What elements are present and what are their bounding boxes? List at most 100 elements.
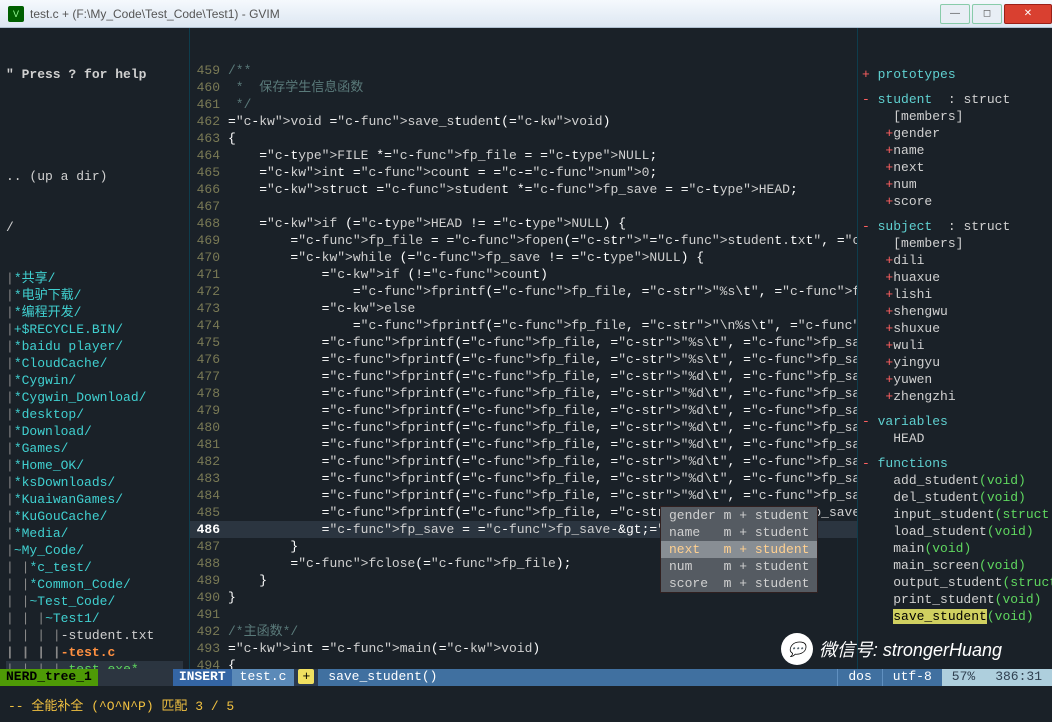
tagbar-item[interactable]: +zhengzhi: [862, 388, 1048, 405]
code-line[interactable]: 475 ="c-func">fprintf(="c-func">fp_file,…: [190, 334, 857, 351]
code-line[interactable]: 482 ="c-func">fprintf(="c-func">fp_file,…: [190, 453, 857, 470]
tagbar-item[interactable]: input_student(struct: [862, 506, 1048, 523]
tagbar-item[interactable]: +gender: [862, 125, 1048, 142]
tree-item[interactable]: | | | |-student.txt: [6, 627, 183, 644]
tree-item[interactable]: |*Cygwin/: [6, 372, 183, 389]
code-line[interactable]: 493="c-kw">int ="c-func">main(="c-kw">vo…: [190, 640, 857, 657]
tagbar-item[interactable]: +score: [862, 193, 1048, 210]
tree-item[interactable]: |*Cygwin_Download/: [6, 389, 183, 406]
code-line[interactable]: 494{: [190, 657, 857, 669]
tagbar-item[interactable]: +yingyu: [862, 354, 1048, 371]
tagbar-item[interactable]: +shuxue: [862, 320, 1048, 337]
completion-item[interactable]: gender m + student: [661, 507, 817, 524]
completion-item[interactable]: num m + student: [661, 558, 817, 575]
tagbar-item[interactable]: +huaxue: [862, 269, 1048, 286]
tagbar-item[interactable]: HEAD: [862, 430, 1048, 447]
tagbar-item[interactable]: +shengwu: [862, 303, 1048, 320]
tree-item[interactable]: |*Download/: [6, 423, 183, 440]
code-line[interactable]: 484 ="c-func">fprintf(="c-func">fp_file,…: [190, 487, 857, 504]
code-line[interactable]: 483 ="c-func">fprintf(="c-func">fp_file,…: [190, 470, 857, 487]
code-pane[interactable]: 459/**460 * 保存学生信息函数461 */462="c-kw">voi…: [190, 28, 857, 669]
tagbar-item[interactable]: load_student(void): [862, 523, 1048, 540]
code-line[interactable]: 461 */: [190, 96, 857, 113]
tree-item[interactable]: | |~Test_Code/: [6, 593, 183, 610]
tree-item[interactable]: | |*c_test/: [6, 559, 183, 576]
code-line[interactable]: 462="c-kw">void ="c-func">save_student(=…: [190, 113, 857, 130]
code-line[interactable]: 478 ="c-func">fprintf(="c-func">fp_file,…: [190, 385, 857, 402]
tagbar-item[interactable]: +wuli: [862, 337, 1048, 354]
code-line[interactable]: 469 ="c-func">fp_file = ="c-func">fopen(…: [190, 232, 857, 249]
tagbar-pane[interactable]: + prototypes - student : struct [members]…: [857, 28, 1052, 669]
code-line[interactable]: 470 ="c-kw">while (="c-func">fp_save != …: [190, 249, 857, 266]
tagbar-item[interactable]: output_student(struct: [862, 574, 1048, 591]
tree-item[interactable]: |*baidu player/: [6, 338, 183, 355]
tagbar-item[interactable]: del_student(void): [862, 489, 1048, 506]
tagbar-item[interactable]: +name: [862, 142, 1048, 159]
tree-item[interactable]: |*KuGouCache/: [6, 508, 183, 525]
code-line[interactable]: 463{: [190, 130, 857, 147]
code-line[interactable]: 465 ="c-kw">int ="c-func">count = ="c-="…: [190, 164, 857, 181]
code-line[interactable]: 477 ="c-func">fprintf(="c-func">fp_file,…: [190, 368, 857, 385]
code-line[interactable]: 476 ="c-func">fprintf(="c-func">fp_file,…: [190, 351, 857, 368]
tree-item[interactable]: |*KuaiwanGames/: [6, 491, 183, 508]
tagbar-section[interactable]: - variables: [862, 413, 1048, 430]
code-line[interactable]: 491: [190, 606, 857, 623]
completion-item[interactable]: name m + student: [661, 524, 817, 541]
tree-item[interactable]: |+$RECYCLE.BIN/: [6, 321, 183, 338]
tagbar-item[interactable]: main(void): [862, 540, 1048, 557]
tagbar-item[interactable]: print_student(void): [862, 591, 1048, 608]
code-line[interactable]: 471 ="c-kw">if (!="c-func">count): [190, 266, 857, 283]
code-line[interactable]: 480 ="c-func">fprintf(="c-func">fp_file,…: [190, 419, 857, 436]
tagbar-item[interactable]: +yuwen: [862, 371, 1048, 388]
minimize-button[interactable]: —: [940, 4, 970, 24]
code-line[interactable]: 479 ="c-func">fprintf(="c-func">fp_file,…: [190, 402, 857, 419]
code-line[interactable]: 459/**: [190, 62, 857, 79]
tagbar-section[interactable]: - subject : struct: [862, 218, 1048, 235]
tree-item[interactable]: |*电驴下载/: [6, 287, 183, 304]
tree-item[interactable]: | |*Common_Code/: [6, 576, 183, 593]
tree-item[interactable]: |*CloudCache/: [6, 355, 183, 372]
tagbar-item[interactable]: add_student(void): [862, 472, 1048, 489]
code-line[interactable]: 468 ="c-kw">if (="c-type">HEAD != ="c-ty…: [190, 215, 857, 232]
tree-item[interactable]: |*ksDownloads/: [6, 474, 183, 491]
tree-item[interactable]: |*共享/: [6, 270, 183, 287]
nerdtree-root[interactable]: /: [6, 219, 183, 236]
tagbar-item[interactable]: +num: [862, 176, 1048, 193]
code-line[interactable]: 467: [190, 198, 857, 215]
code-line[interactable]: 466 ="c-kw">struct ="c-func">student *="…: [190, 181, 857, 198]
completion-item[interactable]: next m + student: [661, 541, 817, 558]
tree-item[interactable]: |*Home_OK/: [6, 457, 183, 474]
completion-item[interactable]: score m + student: [661, 575, 817, 592]
tagbar-item[interactable]: +dili: [862, 252, 1048, 269]
command-line[interactable]: -- 全能补全 (^O^N^P) 匹配 3 / 5: [0, 686, 1052, 722]
code-line[interactable]: 460 * 保存学生信息函数: [190, 79, 857, 96]
code-line[interactable]: 472 ="c-func">fprintf(="c-func">fp_file,…: [190, 283, 857, 300]
nerdtree-updir[interactable]: .. (up a dir): [6, 168, 183, 185]
completion-popup[interactable]: gender m + studentname m + studentnext m…: [660, 506, 818, 593]
code-line[interactable]: 481 ="c-func">fprintf(="c-func">fp_file,…: [190, 436, 857, 453]
tagbar-item[interactable]: main_screen(void): [862, 557, 1048, 574]
nerdtree-pane[interactable]: " Press ? for help .. (up a dir) / |*共享/…: [0, 28, 190, 669]
close-button[interactable]: ✕: [1004, 4, 1052, 24]
code-line[interactable]: 473 ="c-kw">else: [190, 300, 857, 317]
tree-item[interactable]: |*Games/: [6, 440, 183, 457]
tagbar-item[interactable]: [members]: [862, 235, 1048, 252]
code-line[interactable]: 492/*主函数*/: [190, 623, 857, 640]
tree-item[interactable]: |*编程开发/: [6, 304, 183, 321]
tagbar-item[interactable]: save_student(void): [862, 608, 1048, 625]
tagbar-section[interactable]: + prototypes: [862, 66, 1048, 83]
tagbar-section[interactable]: - student : struct: [862, 91, 1048, 108]
tagbar-item[interactable]: [members]: [862, 108, 1048, 125]
maximize-button[interactable]: ◻: [972, 4, 1002, 24]
tagbar-item[interactable]: +next: [862, 159, 1048, 176]
tree-item[interactable]: |~My_Code/: [6, 542, 183, 559]
tagbar-section[interactable]: - functions: [862, 455, 1048, 472]
tree-item[interactable]: | | | |-test.exe*: [6, 661, 183, 669]
tree-item[interactable]: |*Media/: [6, 525, 183, 542]
tree-item[interactable]: | | | |-test.c: [6, 644, 183, 661]
tagbar-item[interactable]: +lishi: [862, 286, 1048, 303]
code-line[interactable]: 474 ="c-func">fprintf(="c-func">fp_file,…: [190, 317, 857, 334]
tree-item[interactable]: | | |~Test1/: [6, 610, 183, 627]
code-line[interactable]: 464 ="c-type">FILE *="c-func">fp_file = …: [190, 147, 857, 164]
tree-item[interactable]: |*desktop/: [6, 406, 183, 423]
